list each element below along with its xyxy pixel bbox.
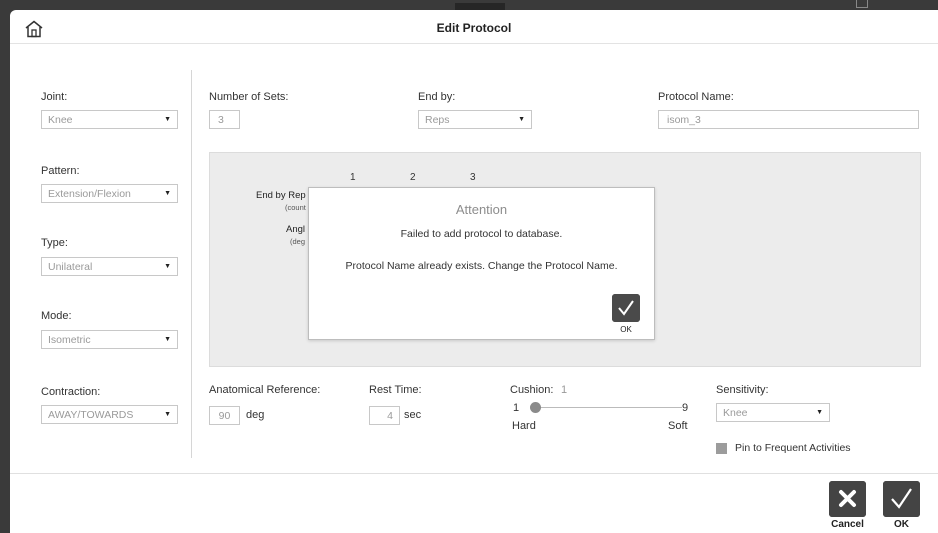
set-number[interactable]: 2 <box>410 172 416 183</box>
cushion-label: Cushion: <box>510 384 554 396</box>
pattern-select[interactable]: Extension/Flexion ▼ <box>41 184 178 203</box>
contraction-label: Contraction: <box>41 386 101 398</box>
protocol-name-label: Protocol Name: <box>658 91 734 103</box>
set-number[interactable]: 1 <box>350 172 356 183</box>
cushion-min: 1 <box>513 402 520 414</box>
rest-time-label: Rest Time: <box>369 384 422 396</box>
chevron-down-icon: ▼ <box>816 409 823 416</box>
sensitivity-label: Sensitivity: <box>716 384 769 396</box>
column-divider <box>191 70 192 458</box>
window-restore-icon[interactable] <box>856 0 868 8</box>
end-by-label: End by: <box>418 91 456 103</box>
sensitivity-value: Knee <box>723 407 748 419</box>
cushion-max-label: Soft <box>668 420 688 432</box>
pattern-value: Extension/Flexion <box>48 188 131 200</box>
joint-label: Joint: <box>41 91 68 103</box>
footer-divider <box>10 473 938 474</box>
set-number[interactable]: 3 <box>470 172 476 183</box>
dialog-message-primary: Failed to add protocol to database. <box>400 228 563 240</box>
type-value: Unilateral <box>48 261 93 273</box>
dialog-ok-button[interactable] <box>612 294 640 322</box>
pin-frequent-label: Pin to Frequent Activities <box>735 442 851 454</box>
cushion-min-label: Hard <box>512 420 536 432</box>
chevron-down-icon: ▼ <box>164 263 171 270</box>
anatomical-reference-input[interactable]: 90 <box>209 406 240 425</box>
rest-time-input[interactable]: 4 <box>369 406 400 425</box>
chevron-down-icon: ▼ <box>164 336 171 343</box>
end-by-reps-unit: (count <box>285 203 306 212</box>
attention-dialog: Attention Failed to add protocol to data… <box>308 187 655 340</box>
ok-label: OK <box>894 519 909 530</box>
sets-input[interactable]: 3 <box>209 110 240 129</box>
edit-protocol-window: Edit Protocol Joint: Knee ▼ Pattern: Exte… <box>10 10 938 533</box>
cushion-slider-track[interactable] <box>537 407 682 408</box>
page-title: Edit Protocol <box>436 21 512 35</box>
end-by-select[interactable]: Reps ▼ <box>418 110 532 129</box>
cushion-value: 1 <box>561 384 568 396</box>
top-strip <box>0 0 938 10</box>
angle-label: Angl <box>286 224 306 235</box>
cancel-label: Cancel <box>831 519 864 530</box>
joint-value: Knee <box>48 114 73 126</box>
angle-unit: (deg <box>290 237 306 246</box>
anatomical-reference-unit: deg <box>246 409 265 421</box>
contraction-value: AWAY/TOWARDS <box>48 409 134 421</box>
ok-button[interactable] <box>883 481 920 517</box>
pin-frequent-checkbox[interactable] <box>716 443 727 454</box>
cushion-slider-handle[interactable] <box>530 402 541 413</box>
end-by-reps-label: End by Rep <box>256 190 306 201</box>
top-tab <box>455 3 505 10</box>
pattern-label: Pattern: <box>41 165 80 177</box>
anatomical-reference-label: Anatomical Reference: <box>209 384 321 396</box>
type-select[interactable]: Unilateral ▼ <box>41 257 178 276</box>
dialog-ok-label: OK <box>620 325 632 334</box>
dialog-title: Attention <box>455 202 508 217</box>
chevron-down-icon: ▼ <box>164 190 171 197</box>
chevron-down-icon: ▼ <box>518 116 525 123</box>
chevron-down-icon: ▼ <box>164 411 171 418</box>
cushion-max: 9 <box>682 402 689 414</box>
mode-value: Isometric <box>48 334 91 346</box>
mode-select[interactable]: Isometric ▼ <box>41 330 178 349</box>
protocol-name-input[interactable]: isom_3 <box>658 110 919 129</box>
sets-label: Number of Sets: <box>209 91 289 103</box>
title-bar: Edit Protocol <box>10 10 938 44</box>
end-by-value: Reps <box>425 114 450 126</box>
mode-label: Mode: <box>41 310 72 322</box>
chevron-down-icon: ▼ <box>164 116 171 123</box>
type-label: Type: <box>41 237 68 249</box>
dialog-message-secondary: Protocol Name already exists. Change the… <box>345 260 618 272</box>
joint-select[interactable]: Knee ▼ <box>41 110 178 129</box>
contraction-select[interactable]: AWAY/TOWARDS ▼ <box>41 405 178 424</box>
sensitivity-select[interactable]: Knee ▼ <box>716 403 830 422</box>
cancel-button[interactable] <box>829 481 866 517</box>
rest-time-unit: sec <box>404 409 422 421</box>
